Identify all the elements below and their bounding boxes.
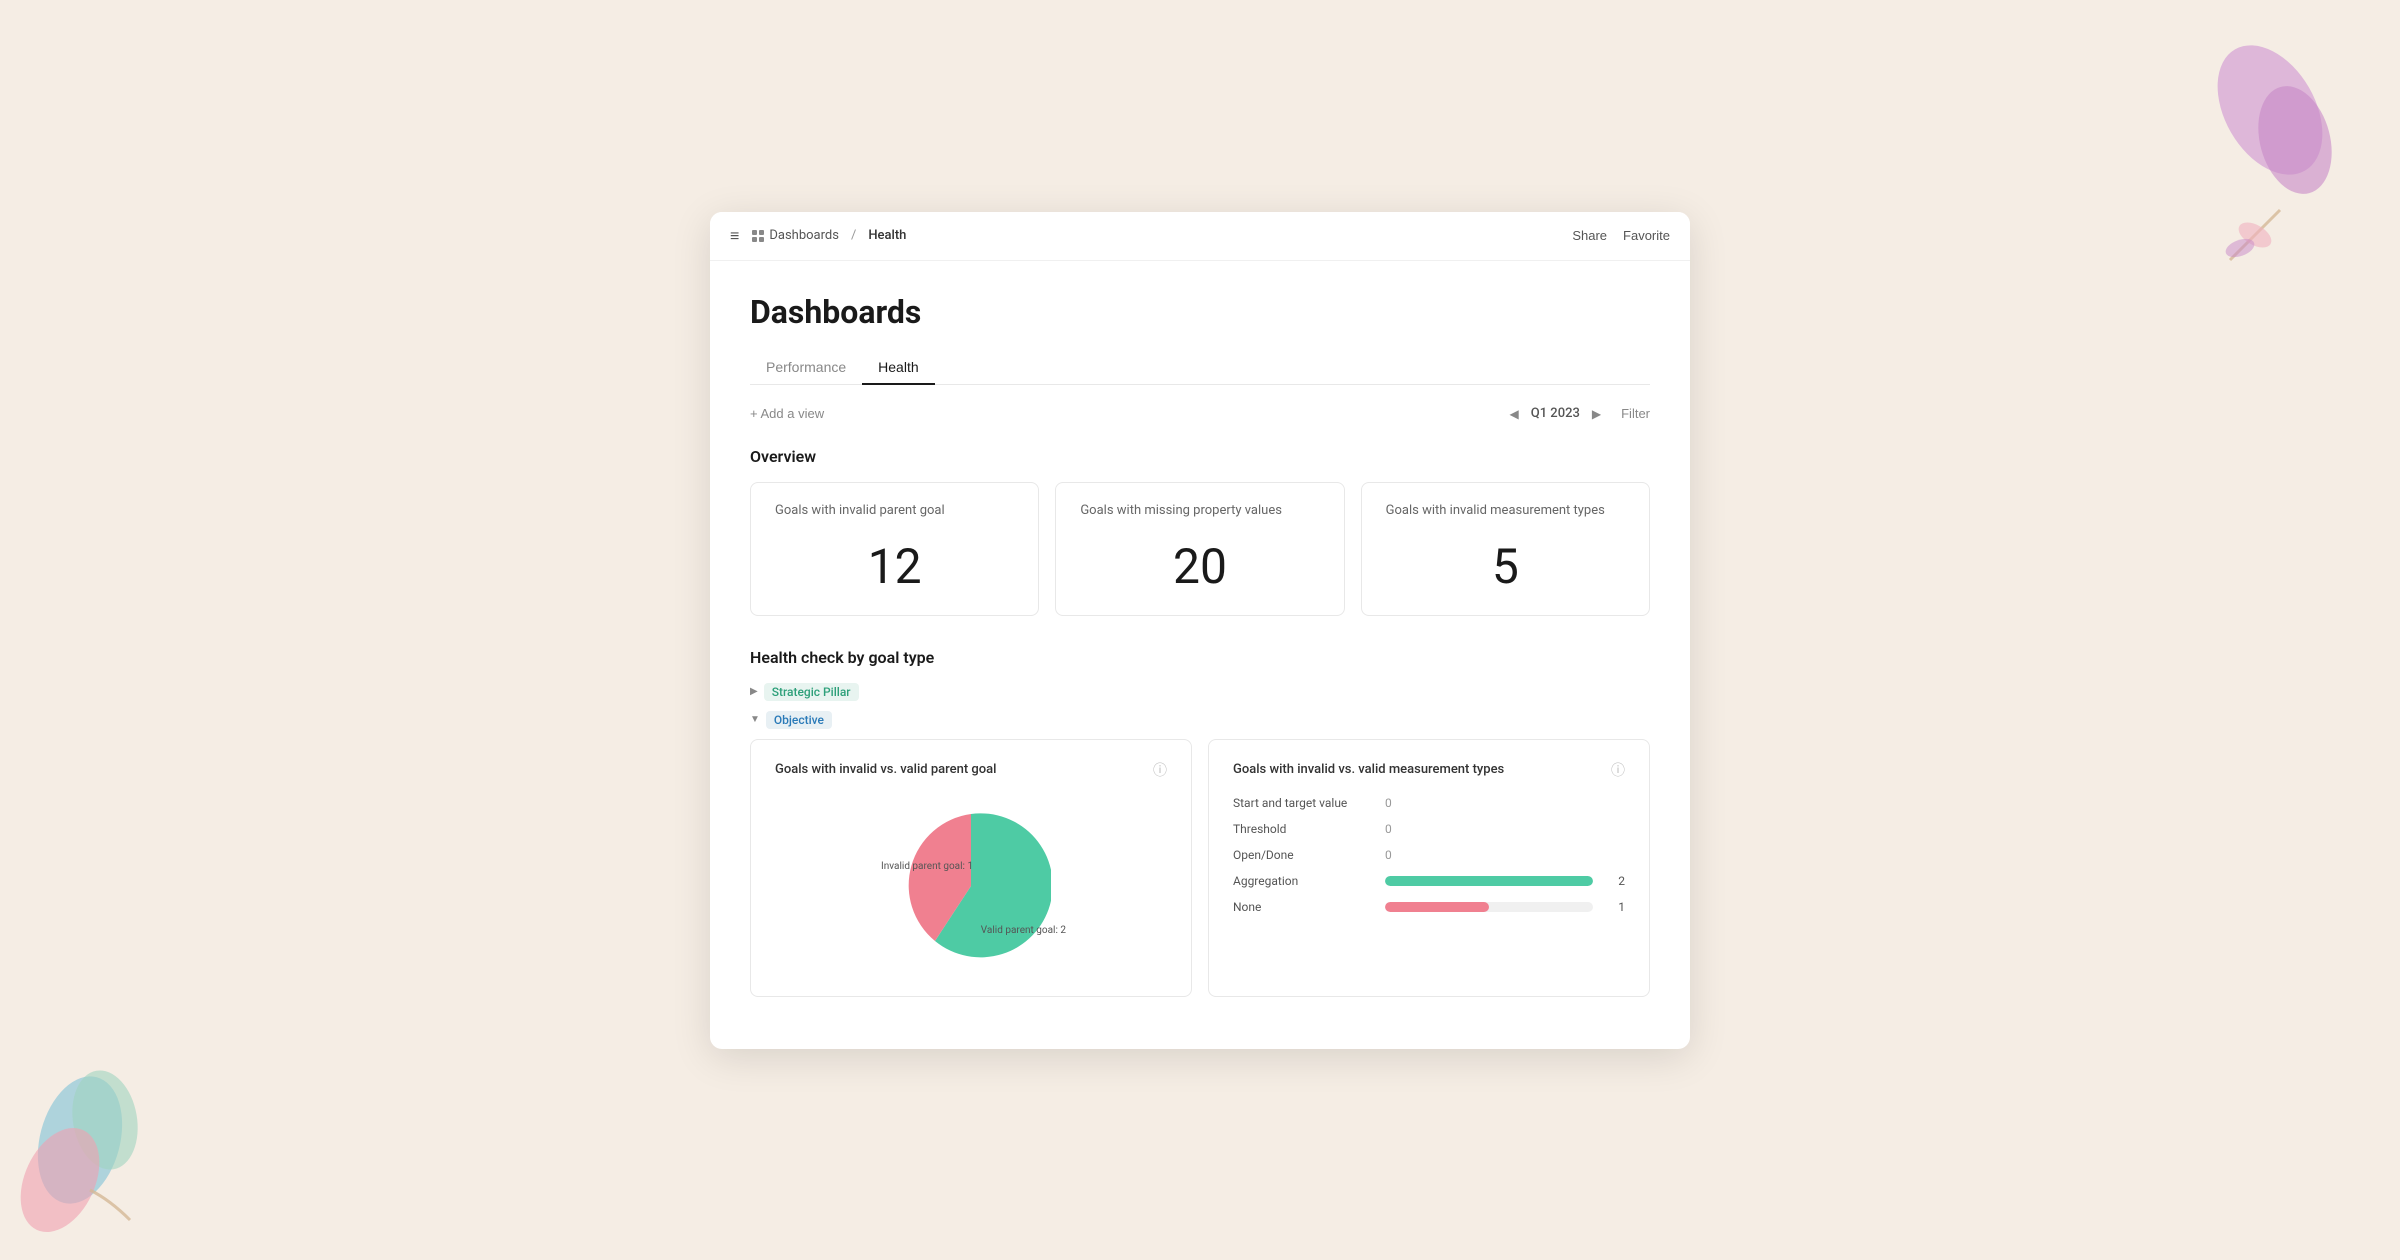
metric-card-invalid-parent: Goals with invalid parent goal 12 [750, 482, 1039, 616]
dashboard-icon [751, 229, 765, 243]
metric-card-title-missing-property: Goals with missing property values [1080, 503, 1319, 518]
measurement-row-open-done: Open/Done 0 [1233, 848, 1625, 862]
chart-card-parent-goal: Goals with invalid vs. valid parent goal… [750, 739, 1192, 997]
measurement-value-aggregation: 2 [1605, 874, 1625, 888]
pie-chart: Invalid parent goal: 1 Valid parent goal… [891, 806, 1051, 966]
chart-title-parent-goal: Goals with invalid vs. valid parent goal [775, 762, 996, 777]
group-arrow-objective[interactable]: ▼ [750, 714, 760, 725]
period-prev-button[interactable]: ◀ [1506, 405, 1523, 423]
period-label: Q1 2023 [1531, 406, 1580, 421]
top-bar: ≡ Dashboards / Health Share Favorite [710, 212, 1690, 261]
tab-health[interactable]: Health [862, 351, 934, 385]
measurement-label-none: None [1233, 900, 1373, 914]
breadcrumb-home[interactable]: Dashboards [751, 228, 839, 243]
metric-card-missing-property: Goals with missing property values 20 [1055, 482, 1344, 616]
measurement-value-none: 1 [1605, 900, 1625, 914]
chart-title-measurement: Goals with invalid vs. valid measurement… [1233, 762, 1504, 777]
measurement-row-none: None 1 [1233, 900, 1625, 914]
group-tag-objective[interactable]: Objective [766, 711, 832, 729]
info-icon-measurement[interactable]: ⓘ [1611, 760, 1625, 780]
period-next-button[interactable]: ▶ [1588, 405, 1605, 423]
metric-card-title-invalid-measurement: Goals with invalid measurement types [1386, 503, 1625, 518]
metric-card-value-invalid-parent: 12 [775, 538, 1014, 595]
measurement-value-start-target: 0 [1385, 796, 1392, 810]
measurement-value-threshold: 0 [1385, 822, 1392, 836]
measurement-value-open-done: 0 [1385, 848, 1392, 862]
decoration-top-right [2140, 30, 2340, 280]
decoration-bottom-left [20, 1040, 200, 1240]
breadcrumb-home-label: Dashboards [769, 228, 839, 243]
pie-svg [891, 806, 1051, 966]
measurement-list: Start and target value 0 Threshold 0 Ope… [1233, 796, 1625, 914]
measurement-row-threshold: Threshold 0 [1233, 822, 1625, 836]
share-button[interactable]: Share [1572, 228, 1607, 243]
group-arrow-strategic[interactable]: ▶ [750, 686, 758, 697]
chart-card-header-parent-goal: Goals with invalid vs. valid parent goal… [775, 760, 1167, 780]
group-tag-strategic[interactable]: Strategic Pillar [764, 683, 859, 701]
tab-performance[interactable]: Performance [750, 351, 862, 385]
pie-chart-container: Invalid parent goal: 1 Valid parent goal… [775, 796, 1167, 976]
toolbar: + Add a view ◀ Q1 2023 ▶ Filter [750, 405, 1650, 423]
chart-card-measurement: Goals with invalid vs. valid measurement… [1208, 739, 1650, 997]
main-window: ≡ Dashboards / Health Share Favorite Das… [710, 212, 1690, 1049]
period-nav: ◀ Q1 2023 ▶ Filter [1506, 405, 1651, 423]
content-area: Dashboards Performance Health + Add a vi… [710, 261, 1690, 1049]
page-title: Dashboards [750, 293, 1650, 331]
metric-card-title-invalid-parent: Goals with invalid parent goal [775, 503, 1014, 518]
favorite-button[interactable]: Favorite [1623, 228, 1670, 243]
metric-cards-grid: Goals with invalid parent goal 12 Goals … [750, 482, 1650, 616]
bar-fill-aggregation [1385, 876, 1593, 886]
menu-icon[interactable]: ≡ [730, 226, 739, 246]
measurement-row-start-target: Start and target value 0 [1233, 796, 1625, 810]
chart-card-header-measurement: Goals with invalid vs. valid measurement… [1233, 760, 1625, 780]
metric-card-invalid-measurement: Goals with invalid measurement types 5 [1361, 482, 1650, 616]
measurement-row-aggregation: Aggregation 2 [1233, 874, 1625, 888]
health-check-title: Health check by goal type [750, 648, 1650, 667]
overview-section: Overview Goals with invalid parent goal … [750, 447, 1650, 616]
measurement-label-aggregation: Aggregation [1233, 874, 1373, 888]
info-icon-parent-goal[interactable]: ⓘ [1153, 760, 1167, 780]
group-row-objective: ▼ Objective [750, 711, 1650, 729]
group-row-strategic: ▶ Strategic Pillar [750, 683, 1650, 701]
measurement-label-open-done: Open/Done [1233, 848, 1373, 862]
bar-track-none [1385, 902, 1593, 912]
add-view-button[interactable]: + Add a view [750, 406, 824, 421]
top-bar-right: Share Favorite [1572, 228, 1670, 243]
filter-button[interactable]: Filter [1621, 406, 1650, 421]
metric-card-value-missing-property: 20 [1080, 538, 1319, 595]
measurement-label-start-target: Start and target value [1233, 796, 1373, 810]
breadcrumb-area: ≡ Dashboards / Health [730, 226, 906, 246]
breadcrumb-separator: / [851, 228, 856, 243]
overview-title: Overview [750, 447, 1650, 466]
breadcrumb-current: Health [868, 228, 906, 243]
bar-track-aggregation [1385, 876, 1593, 886]
tabs-container: Performance Health [750, 351, 1650, 385]
health-check-section: Health check by goal type ▶ Strategic Pi… [750, 648, 1650, 997]
metric-card-value-invalid-measurement: 5 [1386, 538, 1625, 595]
measurement-label-threshold: Threshold [1233, 822, 1373, 836]
charts-row: Goals with invalid vs. valid parent goal… [750, 739, 1650, 997]
bar-fill-none [1385, 902, 1489, 912]
